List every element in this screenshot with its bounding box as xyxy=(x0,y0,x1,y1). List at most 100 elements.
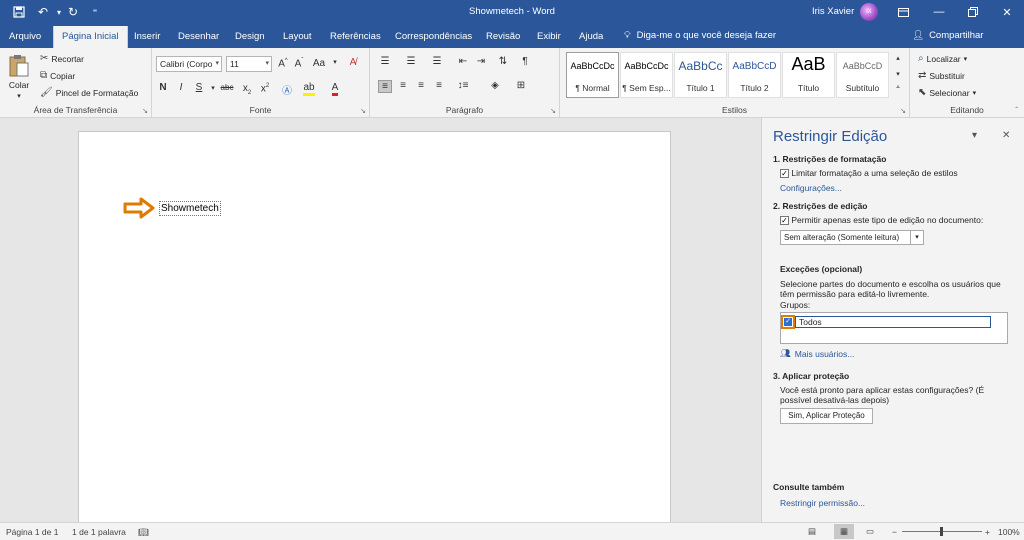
borders-icon[interactable]: ⊞ xyxy=(514,80,528,91)
avatar[interactable]: iX xyxy=(860,3,878,21)
styles-group: AaBbCcDc ¶ Normal AaBbCcDc ¶ Sem Esp... … xyxy=(560,48,910,118)
tab-arquivo[interactable]: Arquivo xyxy=(9,31,41,42)
tab-exibir[interactable]: Exibir xyxy=(537,31,561,42)
zoom-slider[interactable] xyxy=(902,527,982,536)
ribbon-display-icon[interactable] xyxy=(890,3,916,21)
find-button[interactable]: ⌕ Localizar ▾ xyxy=(918,53,967,64)
minimize-icon[interactable]: — xyxy=(926,3,952,21)
allow-editing-checkbox[interactable]: ✓ xyxy=(780,216,789,225)
group-item-todos[interactable]: Todos xyxy=(795,316,991,328)
zoom-level[interactable]: 100% xyxy=(998,527,1020,537)
italic-icon[interactable]: I xyxy=(174,82,188,93)
underline-icon[interactable]: S xyxy=(192,82,206,93)
limit-formatting-checkbox[interactable]: ✓ xyxy=(780,169,789,178)
align-left-icon[interactable]: ≡ xyxy=(378,80,392,93)
tab-design[interactable]: Design xyxy=(235,31,265,42)
web-layout-icon[interactable]: ▭ xyxy=(866,526,874,537)
user-name[interactable]: Iris Xavier xyxy=(812,6,854,17)
launcher-icon[interactable]: ↘ xyxy=(550,107,556,115)
align-right-icon[interactable]: ≡ xyxy=(414,80,428,91)
style-subtitle[interactable]: AaBbCcD Subtítulo xyxy=(836,52,889,98)
launcher-icon[interactable]: ↘ xyxy=(142,107,148,115)
decrease-indent-icon[interactable]: ⇤ xyxy=(456,56,470,67)
scroll-up-icon[interactable]: ▴ xyxy=(891,54,905,62)
grow-font-icon[interactable]: A^ xyxy=(276,58,290,69)
allow-editing-row[interactable]: ✓ Permitir apenas este tipo de edição no… xyxy=(780,215,983,226)
tab-pagina-inicial[interactable]: Página Inicial xyxy=(53,26,128,48)
zoom-in-icon[interactable]: + xyxy=(985,527,990,537)
zoom-out-icon[interactable]: − xyxy=(892,527,897,537)
document-text[interactable]: Showmetech xyxy=(159,201,221,216)
text-effects-icon[interactable]: Ⓐ xyxy=(280,82,294,97)
apply-protection-button[interactable]: Sim, Aplicar Proteção xyxy=(780,408,873,424)
tab-ajuda[interactable]: Ajuda xyxy=(579,31,603,42)
font-name-combo[interactable]: Calibri (Corpo ▾ xyxy=(156,56,222,72)
select-button[interactable]: ⬉ Selecionar ▾ xyxy=(918,87,976,98)
zoom-slider-thumb[interactable] xyxy=(940,527,943,536)
cut-button[interactable]: ✂ Recortar xyxy=(40,53,84,64)
replace-button[interactable]: ⇄ Substituir xyxy=(918,70,965,81)
read-mode-icon[interactable]: ▤ xyxy=(808,526,816,537)
page-count[interactable]: Página 1 de 1 xyxy=(6,527,58,537)
tab-revisao[interactable]: Revisão xyxy=(486,31,520,42)
copy-button[interactable]: ⧉ Copiar xyxy=(40,70,75,81)
tab-desenhar[interactable]: Desenhar xyxy=(178,31,219,42)
editing-type-select[interactable]: Sem alteração (Somente leitura) ▾ xyxy=(780,230,924,245)
limit-formatting-row[interactable]: ✓ Limitar formatação a uma seleção de es… xyxy=(780,168,958,179)
style-normal[interactable]: AaBbCcDc ¶ Normal xyxy=(566,52,619,98)
tell-me-search[interactable]: 💡︎ Diga-me o que você deseja fazer xyxy=(624,30,776,41)
align-center-icon[interactable]: ≡ xyxy=(396,80,410,91)
tab-layout[interactable]: Layout xyxy=(283,31,312,42)
style-heading-1[interactable]: AaBbCc Título 1 xyxy=(674,52,727,98)
document-page[interactable]: Showmetech xyxy=(78,131,671,531)
scroll-down-icon[interactable]: ▾ xyxy=(891,70,905,78)
strikethrough-icon[interactable]: abc xyxy=(220,83,234,92)
highlight-icon[interactable]: ab xyxy=(302,82,316,96)
pane-close-icon[interactable]: ✕ xyxy=(1002,130,1010,141)
launcher-icon[interactable]: ↘ xyxy=(360,107,366,115)
shading-icon[interactable]: ◈ xyxy=(488,80,502,91)
tab-correspondencias[interactable]: Correspondências xyxy=(395,31,472,42)
sort-icon[interactable]: ⇅ xyxy=(496,56,510,67)
more-users-link[interactable]: 👥︎ Mais usuários... xyxy=(780,348,854,359)
style-name: Título 2 xyxy=(740,83,769,93)
increase-indent-icon[interactable]: ⇥ xyxy=(474,56,488,67)
pane-options-icon[interactable]: ▾ xyxy=(972,130,977,141)
everyone-checkbox[interactable]: ✓ xyxy=(781,315,795,329)
paste-button[interactable]: Colar ▾ xyxy=(8,54,30,100)
style-no-spacing[interactable]: AaBbCcDc ¶ Sem Esp... xyxy=(620,52,673,98)
chevron-down-icon[interactable]: ▾ xyxy=(206,84,220,92)
print-layout-icon[interactable]: ▦ xyxy=(834,524,854,539)
change-case-icon[interactable]: Aa xyxy=(312,58,326,69)
more-styles-icon[interactable]: ⩡ xyxy=(891,84,905,92)
clear-formatting-icon[interactable]: A̸ xyxy=(346,57,360,68)
chevron-down-icon[interactable]: ▾ xyxy=(328,58,342,66)
style-title[interactable]: AaB Título xyxy=(782,52,835,98)
launcher-icon[interactable]: ↘ xyxy=(900,107,906,115)
style-heading-2[interactable]: AaBbCcD Título 2 xyxy=(728,52,781,98)
font-size-combo[interactable]: 11 ▾ xyxy=(226,56,272,72)
tab-referencias[interactable]: Referências xyxy=(330,31,381,42)
bullets-icon[interactable]: ☰ xyxy=(378,56,392,67)
share-button[interactable]: 👤︎ Compartilhar xyxy=(912,30,983,41)
superscript-icon[interactable]: x2 xyxy=(258,83,272,94)
restore-icon[interactable] xyxy=(960,3,986,21)
multilevel-list-icon[interactable]: ☰ xyxy=(430,56,444,67)
numbering-icon[interactable]: ☰ xyxy=(404,56,418,67)
close-icon[interactable]: ✕ xyxy=(994,3,1020,21)
justify-icon[interactable]: ≡ xyxy=(432,80,446,91)
proofing-icon[interactable]: 📖︎ xyxy=(138,527,149,538)
subscript-icon[interactable]: x2 xyxy=(240,83,254,96)
collapse-ribbon-icon[interactable]: ˆ xyxy=(1015,106,1018,115)
bold-icon[interactable]: N xyxy=(156,82,170,93)
tab-inserir[interactable]: Inserir xyxy=(134,31,160,42)
line-spacing-icon[interactable]: ↕≡ xyxy=(456,80,470,91)
settings-link[interactable]: Configurações... xyxy=(780,183,842,193)
show-marks-icon[interactable]: ¶ xyxy=(518,56,532,67)
arrow-icon xyxy=(123,197,155,219)
word-count[interactable]: 1 de 1 palavra xyxy=(72,527,126,537)
restrict-permission-link[interactable]: Restringir permissão... xyxy=(780,498,865,508)
format-painter-button[interactable]: 🖌︎ Pincel de Formatação xyxy=(40,87,138,98)
shrink-font-icon[interactable]: Aˇ xyxy=(292,58,306,69)
font-color-icon[interactable]: A xyxy=(328,82,342,96)
